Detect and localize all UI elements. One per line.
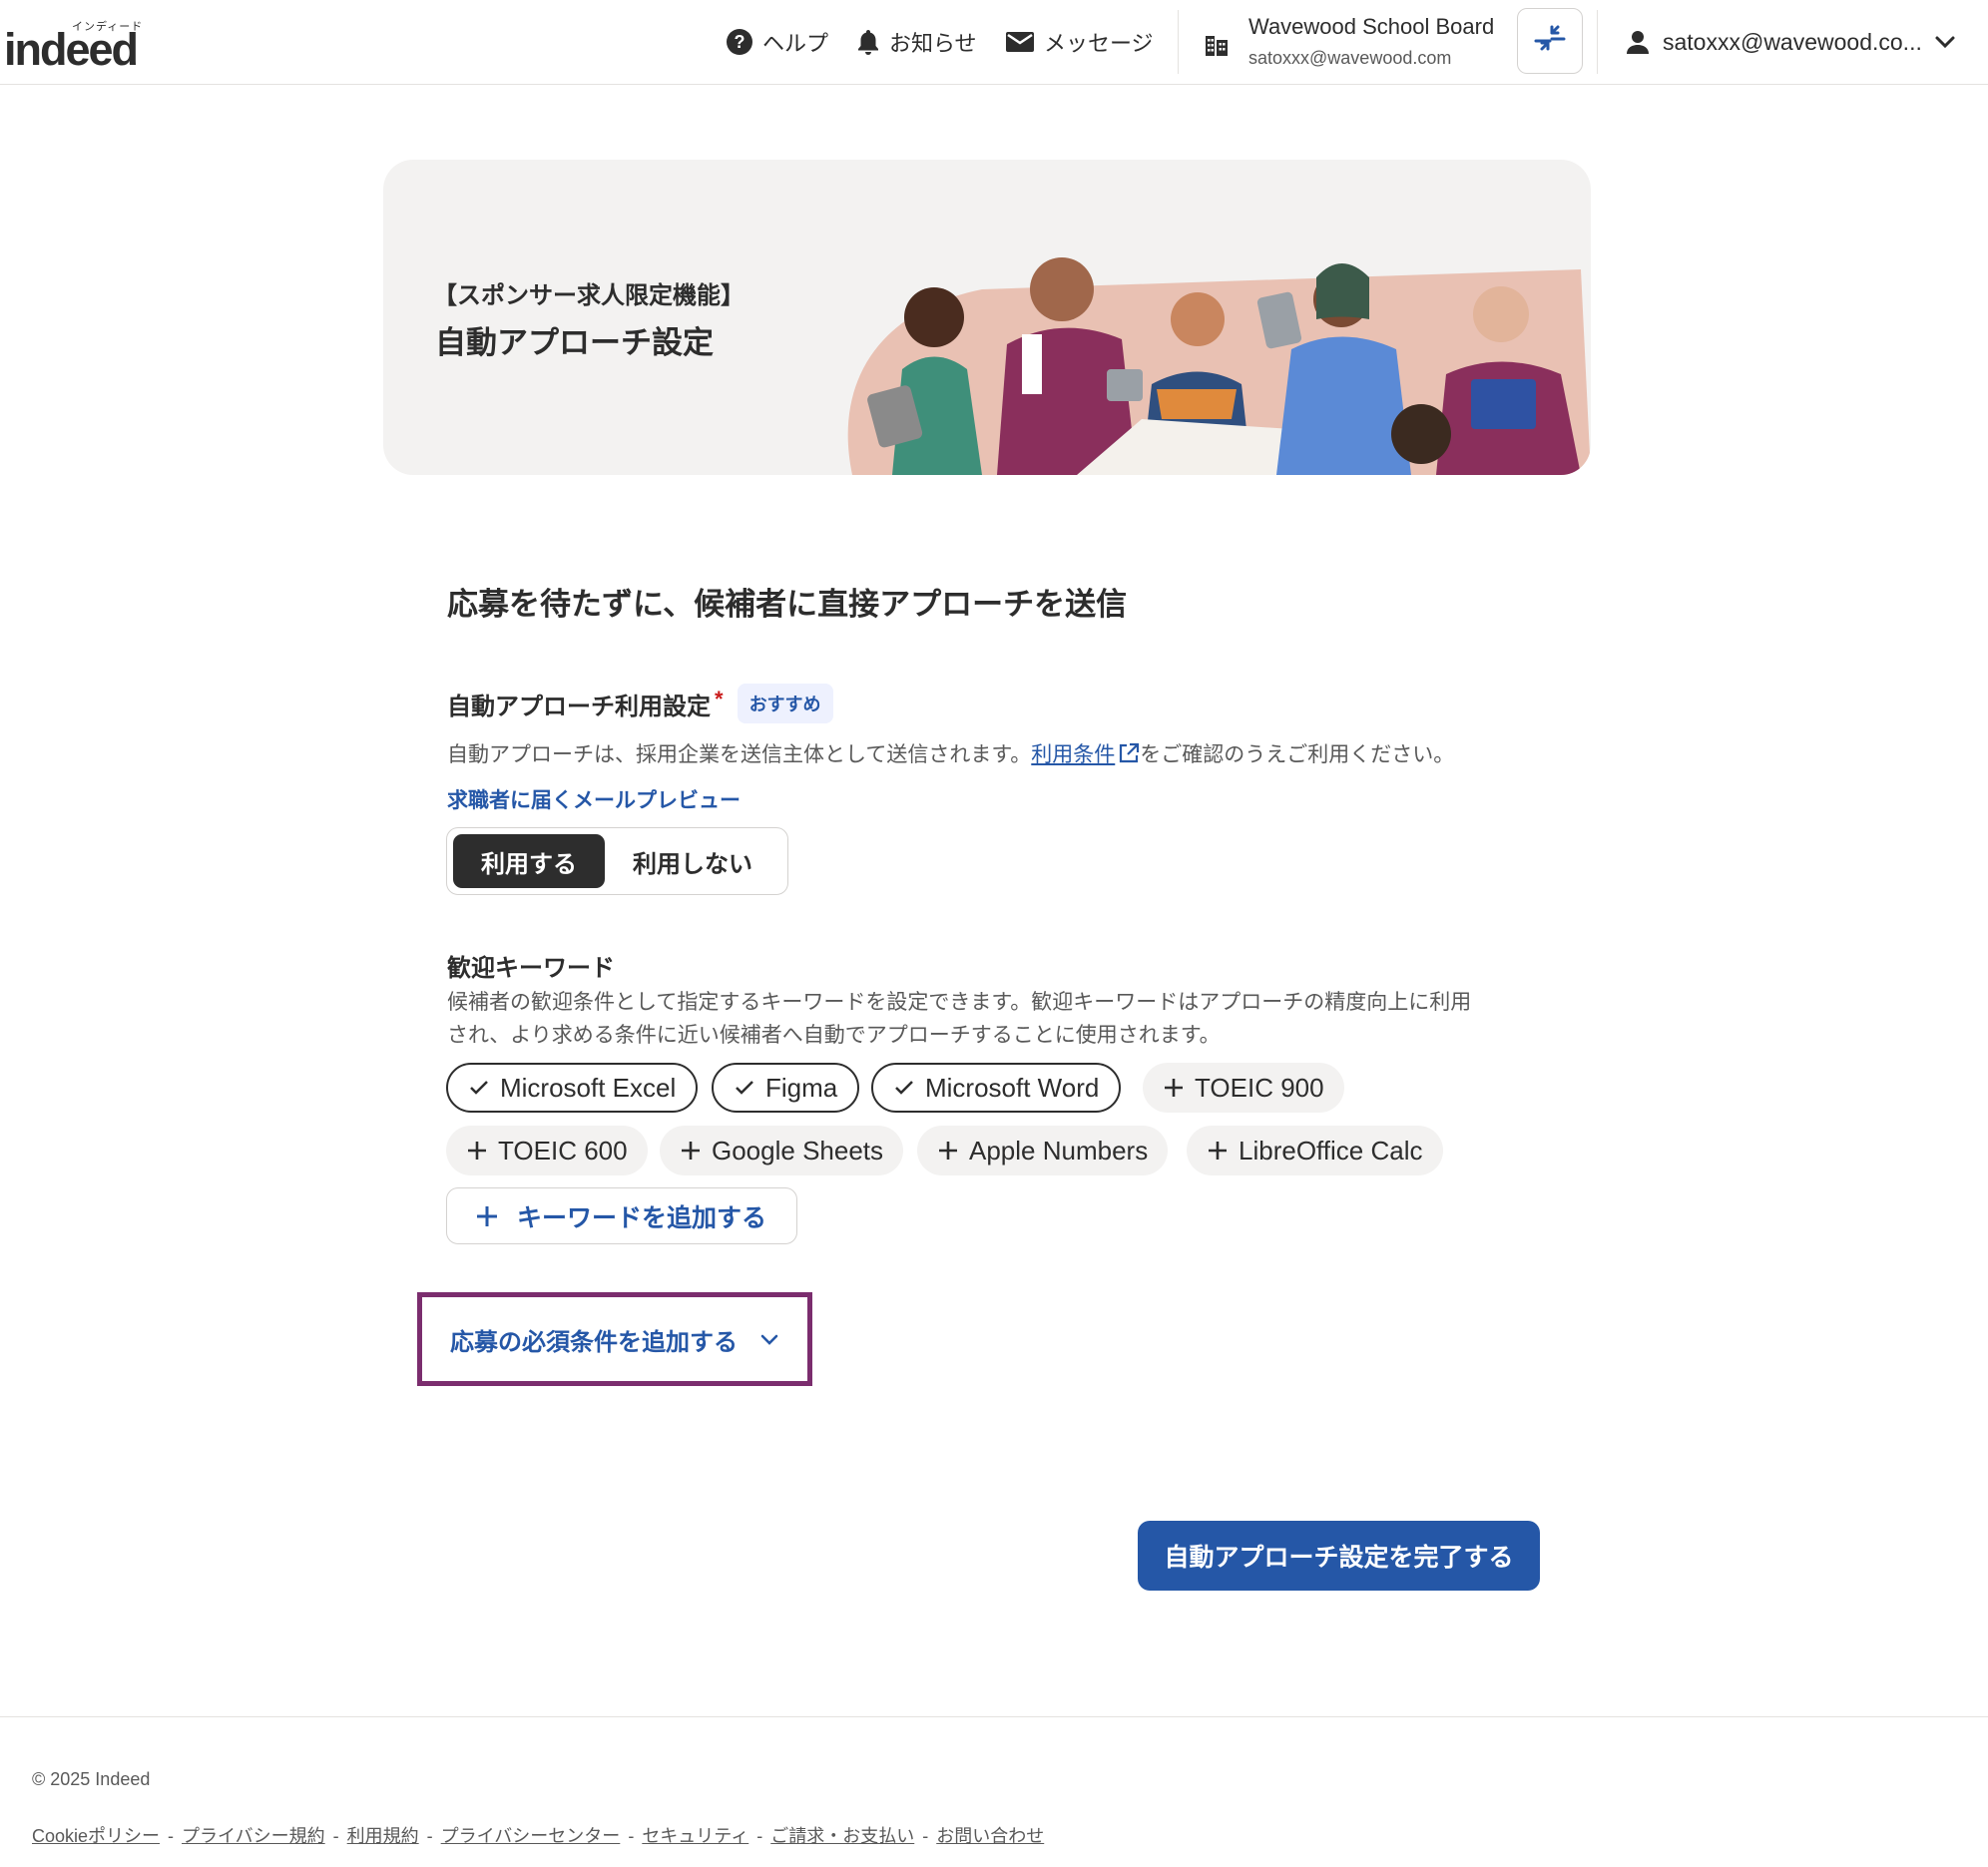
keyword-chip-label: LibreOffice Calc bbox=[1239, 1135, 1423, 1166]
person-icon bbox=[1627, 31, 1649, 54]
footer-link-contact[interactable]: お問い合わせ bbox=[936, 1826, 1044, 1846]
organization-switcher[interactable]: Wavewood School Board satoxxx@wavewood.c… bbox=[1203, 10, 1512, 74]
keyword-chip-microsoft-excel[interactable]: Microsoft Excel bbox=[446, 1063, 699, 1113]
footer-link-cookie[interactable]: Cookieポリシー bbox=[32, 1826, 160, 1846]
keywords-label: 歓迎キーワード bbox=[447, 955, 615, 982]
usage-description-text: 自動アプローチは、採用企業を送信主体として送信されます。 bbox=[447, 743, 1032, 766]
complete-setup-button[interactable]: 自動アプローチ設定を完了する bbox=[1138, 1521, 1540, 1591]
chevron-down-icon bbox=[760, 1334, 778, 1345]
check-icon bbox=[895, 1081, 913, 1095]
keyword-chip-label: Figma bbox=[765, 1072, 838, 1103]
usage-description: 自動アプローチは、採用企業を送信主体として送信されます。利用条件 をご確認のうえご… bbox=[447, 738, 1454, 768]
keyword-chip-toeic-600[interactable]: TOEIC 600 bbox=[446, 1126, 648, 1175]
plus-icon bbox=[1165, 1079, 1183, 1097]
usage-description-tail: をご確認のうえご利用ください。 bbox=[1140, 743, 1455, 766]
usage-label: 自動アプローチ利用設定 bbox=[447, 693, 711, 720]
check-icon bbox=[736, 1081, 753, 1095]
keyword-chip-label: Apple Numbers bbox=[969, 1135, 1149, 1166]
keywords-description-line2: され、より求める条件に近い候補者へ自動でアプローチすることに使用されます。 bbox=[447, 1024, 1221, 1047]
logo-wordmark: indeed bbox=[4, 24, 139, 75]
keyword-chip-label: Microsoft Word bbox=[925, 1072, 1100, 1103]
footer-link-billing[interactable]: ご請求・お支払い bbox=[770, 1826, 914, 1846]
plus-icon bbox=[468, 1142, 486, 1160]
keyword-chip-label: Microsoft Excel bbox=[500, 1072, 677, 1103]
plus-icon bbox=[682, 1142, 700, 1160]
keyword-chip-libreoffice-calc[interactable]: LibreOffice Calc bbox=[1187, 1126, 1443, 1175]
add-required-conditions-toggle[interactable]: 応募の必須条件を追加する bbox=[417, 1292, 812, 1386]
account-email: satoxxx@wavewood.co... bbox=[1663, 28, 1922, 55]
people-illustration bbox=[847, 257, 1591, 475]
banner-title: 自動アプローチ設定 bbox=[435, 325, 714, 360]
bell-icon bbox=[858, 30, 878, 55]
footer-link-security[interactable]: セキュリティ bbox=[642, 1826, 748, 1846]
help-label: ヘルプ bbox=[762, 31, 829, 56]
footer-link-terms[interactable]: 利用規約 bbox=[347, 1826, 419, 1846]
help-icon: ? bbox=[727, 29, 752, 55]
page-heading: 応募を待たずに、候補者に直接アプローチを送信 bbox=[447, 587, 1128, 622]
keywords-description: 候補者の歓迎条件として指定するキーワードを設定できます。歓迎キーワードはアプロー… bbox=[447, 986, 1545, 1052]
keyword-chip-toeic-900[interactable]: TOEIC 900 bbox=[1143, 1063, 1344, 1113]
check-icon bbox=[470, 1081, 488, 1095]
header-divider bbox=[1178, 10, 1179, 74]
option-use-button[interactable]: 利用する bbox=[453, 834, 605, 888]
footer-link-privacy-center[interactable]: プライバシーセンター bbox=[441, 1826, 621, 1846]
recommended-badge: おすすめ bbox=[737, 684, 833, 723]
copyright: © 2025 Indeed bbox=[32, 1769, 151, 1789]
footer-divider bbox=[0, 1716, 1988, 1717]
keyword-chip-google-sheets[interactable]: Google Sheets bbox=[660, 1126, 904, 1175]
add-keyword-label: キーワードを追加する bbox=[517, 1203, 767, 1232]
usage-toggle: 利用する 利用しない bbox=[446, 827, 788, 895]
header-divider-2 bbox=[1597, 10, 1598, 74]
terms-link-label: 利用条件 bbox=[1031, 743, 1116, 766]
building-icon bbox=[1206, 36, 1228, 56]
required-mark: * bbox=[715, 687, 724, 711]
feature-banner: 【スポンサー求人限定機能】 自動アプローチ設定 bbox=[383, 160, 1591, 475]
plus-icon bbox=[939, 1142, 957, 1160]
switch-account-button[interactable] bbox=[1517, 8, 1583, 74]
plus-icon bbox=[477, 1205, 497, 1226]
usage-label-row: 自動アプローチ利用設定 * おすすめ bbox=[447, 684, 833, 723]
banner-subtitle: 【スポンサー求人限定機能】 bbox=[433, 282, 745, 309]
keyword-chip-label: TOEIC 900 bbox=[1195, 1072, 1324, 1103]
help-link[interactable]: ? ヘルプ bbox=[726, 22, 828, 62]
messages-link[interactable]: メッセージ bbox=[1005, 22, 1154, 62]
chevron-down-icon bbox=[1935, 36, 1955, 49]
notifications-label: お知らせ bbox=[889, 31, 977, 56]
arrows-swap-icon bbox=[1534, 25, 1566, 51]
external-link-icon bbox=[1120, 742, 1140, 763]
top-header: インディード indeed ? ヘルプ お知らせ メッセージ Wavewood … bbox=[0, 0, 1988, 85]
keywords-description-line1: 候補者の歓迎条件として指定するキーワードを設定できます。歓迎キーワードはアプロー… bbox=[447, 991, 1472, 1014]
organization-name: Wavewood School Board bbox=[1248, 14, 1495, 39]
footer-link-privacy[interactable]: プライバシー規約 bbox=[182, 1826, 325, 1846]
add-required-conditions-label: 応募の必須条件を追加する bbox=[450, 1328, 738, 1356]
messages-label: メッセージ bbox=[1044, 31, 1154, 56]
email-preview-link[interactable]: 求職者に届くメールプレビュー bbox=[447, 784, 741, 814]
svg-text:?: ? bbox=[735, 32, 746, 52]
option-not-use-button[interactable]: 利用しない bbox=[613, 834, 772, 888]
keyword-chip-label: Google Sheets bbox=[712, 1135, 884, 1166]
indeed-logo[interactable]: インディード indeed bbox=[0, 12, 150, 75]
mail-icon bbox=[1006, 32, 1034, 52]
keyword-chip-apple-numbers[interactable]: Apple Numbers bbox=[917, 1126, 1169, 1175]
terms-link[interactable]: 利用条件 bbox=[1031, 742, 1140, 766]
keyword-chip-microsoft-word[interactable]: Microsoft Word bbox=[871, 1063, 1122, 1113]
organization-email: satoxxx@wavewood.com bbox=[1248, 48, 1452, 68]
add-keyword-button[interactable]: キーワードを追加する bbox=[446, 1187, 797, 1244]
keyword-chip-label: TOEIC 600 bbox=[498, 1135, 628, 1166]
notifications-link[interactable]: お知らせ bbox=[856, 22, 977, 62]
plus-icon bbox=[1209, 1142, 1227, 1160]
keyword-chip-figma[interactable]: Figma bbox=[712, 1063, 860, 1113]
footer-links: Cookieポリシー - プライバシー規約 - 利用規約 - プライバシーセンタ… bbox=[32, 1826, 1045, 1846]
account-menu[interactable]: satoxxx@wavewood.co... bbox=[1625, 22, 1956, 62]
